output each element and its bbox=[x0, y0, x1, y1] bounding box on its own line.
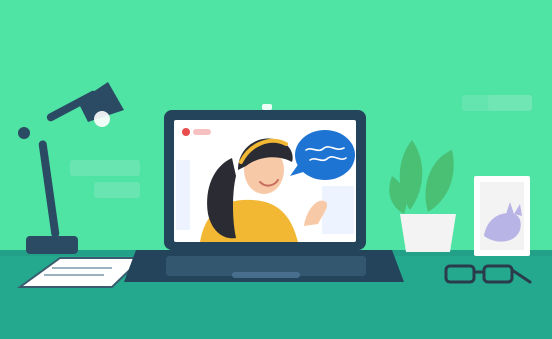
screen-bg-shape-left bbox=[176, 160, 190, 230]
wall-decor-bar-left-1 bbox=[70, 160, 140, 176]
webcam-icon bbox=[262, 104, 272, 110]
laptop-icon bbox=[124, 104, 404, 282]
lamp-base bbox=[26, 236, 78, 254]
record-dot-icon bbox=[182, 128, 190, 136]
lamp-bulb bbox=[94, 111, 110, 127]
laptop-trackpad bbox=[232, 272, 300, 278]
speech-bubble-body bbox=[295, 130, 355, 180]
record-label-pill bbox=[193, 129, 211, 135]
wall-decor-bar-right-2 bbox=[488, 95, 532, 111]
online-lesson-illustration bbox=[0, 0, 552, 339]
wall-decor-bar-left-2 bbox=[94, 182, 140, 198]
picture-frame-icon bbox=[474, 176, 530, 256]
plant-pot bbox=[400, 214, 456, 252]
lamp-joint bbox=[18, 127, 30, 139]
screen-bg-shape-right bbox=[322, 186, 354, 234]
